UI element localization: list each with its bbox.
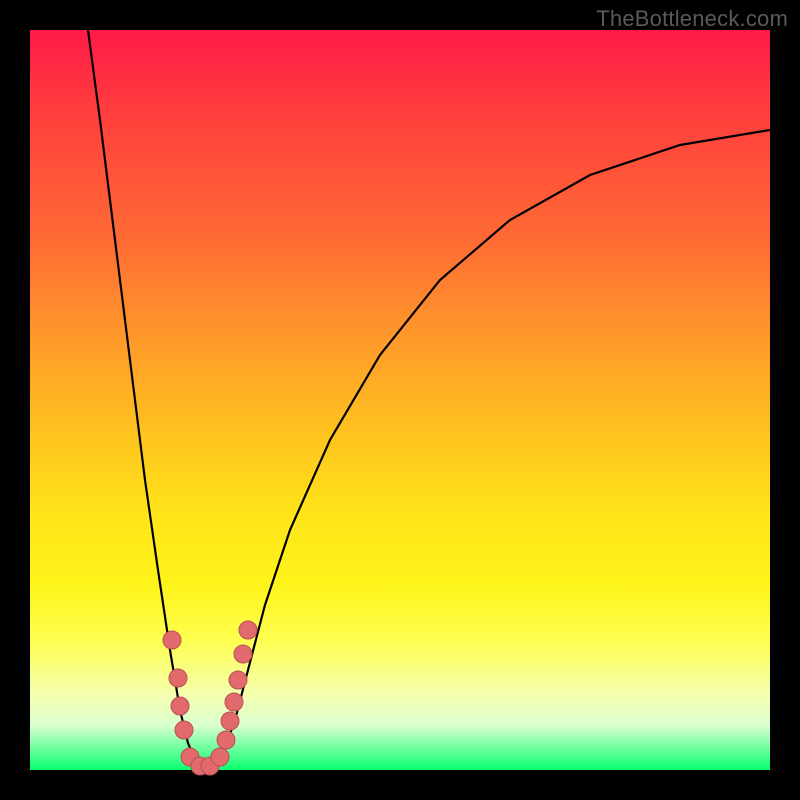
data-marker [221, 712, 239, 730]
data-marker [234, 645, 252, 663]
data-marker [175, 721, 193, 739]
watermark-text: TheBottleneck.com [596, 6, 788, 32]
data-marker [171, 697, 189, 715]
marker-group [163, 621, 257, 775]
data-marker [225, 693, 243, 711]
data-marker [163, 631, 181, 649]
data-marker [169, 669, 187, 687]
chart-frame: TheBottleneck.com [0, 0, 800, 800]
data-marker [229, 671, 247, 689]
data-marker [217, 731, 235, 749]
plot-area [30, 30, 770, 770]
data-marker [211, 748, 229, 766]
curve-layer [30, 30, 770, 770]
bottleneck-curve [88, 30, 770, 767]
data-marker [239, 621, 257, 639]
